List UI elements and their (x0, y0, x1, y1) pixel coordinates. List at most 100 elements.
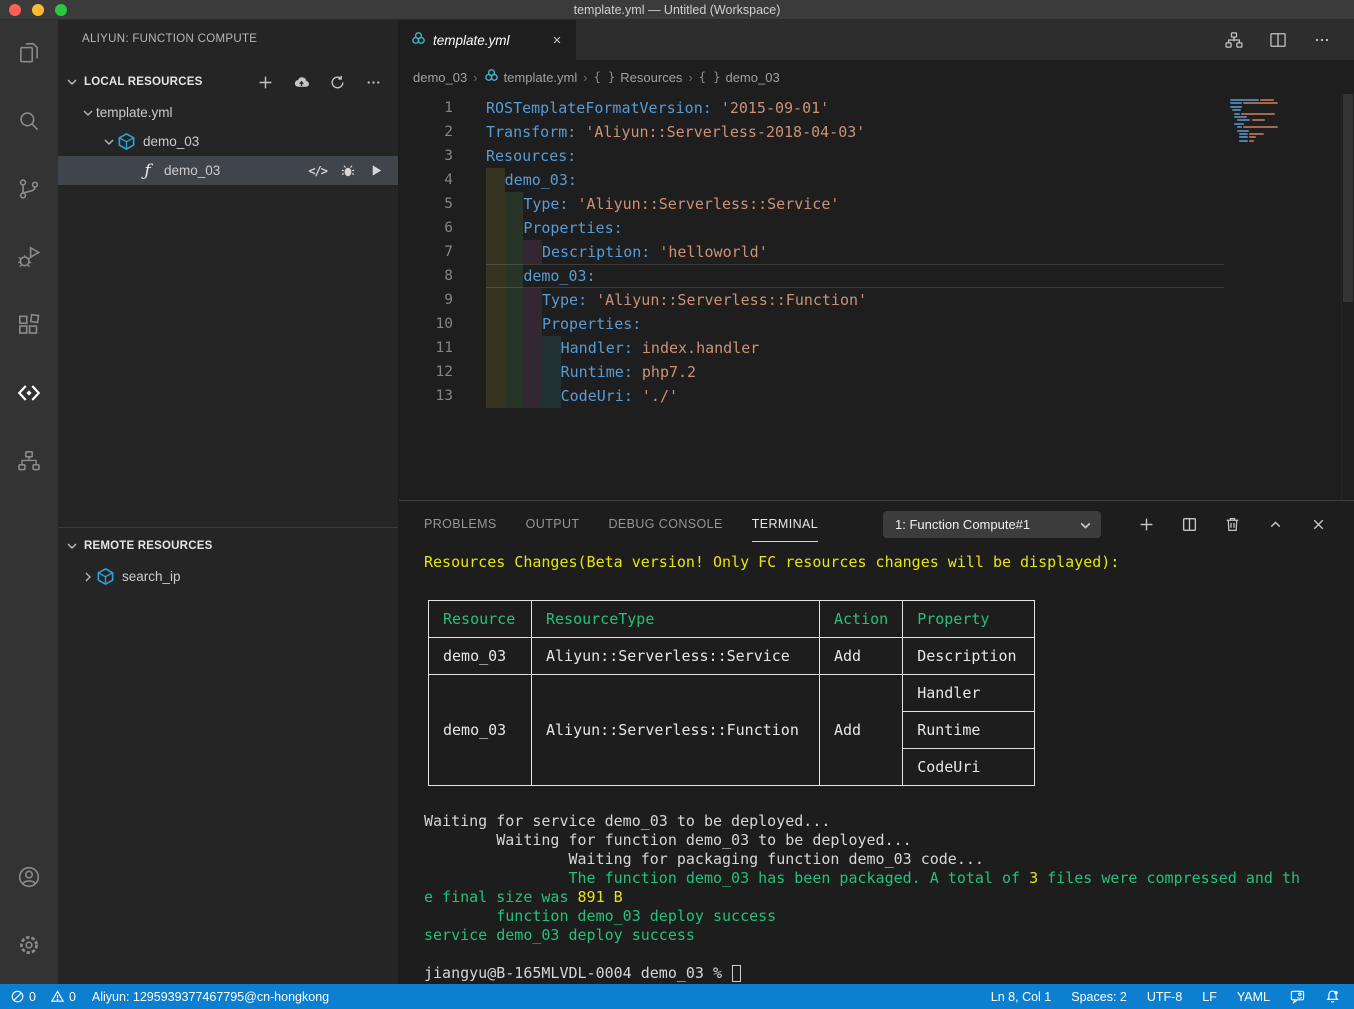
sidebar: ALIYUN: FUNCTION COMPUTE LOCAL RESOURCES… (58, 20, 399, 984)
notifications-bell-icon[interactable] (1325, 989, 1340, 1004)
cursor-position-status[interactable]: Ln 8, Col 1 (991, 990, 1051, 1004)
split-editor-icon[interactable] (1268, 30, 1288, 50)
code-line-2[interactable]: 2Transform: 'Aliyun::Serverless-2018-04-… (399, 120, 1354, 144)
tree-item-search_ip[interactable]: search_ip (58, 562, 398, 591)
terminal[interactable]: Resources Changes(Beta version! Only FC … (399, 547, 1354, 984)
remote-resources-label: REMOTE RESOURCES (84, 540, 212, 552)
line-number: 10 (399, 316, 453, 332)
code-line-8[interactable]: 8demo_03: (399, 264, 1354, 288)
warning-icon (50, 989, 65, 1004)
terminal-line: e final size was 891 B (424, 888, 1354, 907)
aliyun-ros-activity-item[interactable] (6, 438, 52, 484)
panel-tab-terminal[interactable]: TERMINAL (752, 501, 818, 547)
table-cell: CodeUri (903, 749, 1035, 786)
code-line-9[interactable]: 9Type: 'Aliyun::Serverless::Function' (399, 288, 1354, 312)
tab-label: template.yml (433, 33, 510, 48)
indentation-status[interactable]: Spaces: 2 (1071, 990, 1127, 1004)
local-resources-section: LOCAL RESOURCES template.ymldemo_03ƒdemo… (58, 68, 398, 185)
language-mode-status[interactable]: YAML (1237, 990, 1270, 1004)
run-debug-activity-item[interactable] (6, 234, 52, 280)
minimize-window-button[interactable] (32, 4, 44, 16)
breadcrumb-item[interactable]: { }Resources (594, 70, 683, 85)
code-line-1[interactable]: 1ROSTemplateFormatVersion: '2015-09-01' (399, 96, 1354, 120)
panel-tab-problems[interactable]: PROBLEMS (424, 501, 497, 547)
status-bar: 0 0 Aliyun: 1295939377467795@cn-hongkong… (0, 984, 1354, 1009)
split-terminal-icon[interactable] (1179, 514, 1199, 534)
refresh-icon[interactable] (328, 73, 346, 91)
tree-item-demo_03[interactable]: ƒdemo_03</> (58, 156, 398, 185)
code-line-13[interactable]: 13CodeUri: './' (399, 384, 1354, 408)
code-line-11[interactable]: 11Handler: index.handler (399, 336, 1354, 360)
chevron-down-icon (1077, 517, 1091, 531)
table-header: Property (903, 601, 1035, 638)
terminal-line: Waiting for function demo_03 to be deplo… (424, 831, 1354, 850)
code-line-10[interactable]: 10Properties: (399, 312, 1354, 336)
close-panel-icon[interactable] (1308, 514, 1328, 534)
chevron-down-icon (101, 134, 117, 150)
tree-item-template.yml[interactable]: template.yml (58, 98, 398, 127)
add-icon[interactable] (256, 73, 274, 91)
braces-icon: { } (594, 70, 616, 84)
sidebar-title: ALIYUN: FUNCTION COMPUTE (58, 20, 398, 58)
code-line-7[interactable]: 7Description: 'helloworld' (399, 240, 1354, 264)
more-actions-icon[interactable] (1312, 30, 1332, 50)
editor-scrollbar[interactable] (1341, 94, 1354, 500)
code-line-3[interactable]: 3Resources: (399, 144, 1354, 168)
maximize-panel-icon[interactable] (1265, 514, 1285, 534)
bug-icon[interactable] (340, 163, 356, 179)
panel-tab-debug-console[interactable]: DEBUG CONSOLE (608, 501, 722, 547)
table-cell: Add (820, 675, 903, 786)
new-terminal-icon[interactable] (1136, 514, 1156, 534)
breadcrumb-item[interactable]: demo_03 (413, 70, 467, 85)
window-title: template.yml — Untitled (Workspace) (574, 3, 781, 17)
error-icon (10, 989, 25, 1004)
close-tab-icon[interactable]: × (548, 32, 566, 49)
code-line-5[interactable]: 5Type: 'Aliyun::Serverless::Service' (399, 192, 1354, 216)
code-line-6[interactable]: 6Properties: (399, 216, 1354, 240)
chevron-down-icon (80, 105, 96, 121)
zoom-window-button[interactable] (55, 4, 67, 16)
aliyun-account-status[interactable]: Aliyun: 1295939377467795@cn-hongkong (92, 990, 329, 1004)
breadcrumb-item[interactable]: template.yml (484, 68, 578, 86)
tree-item-label: demo_03 (164, 163, 220, 178)
more-icon[interactable] (364, 73, 382, 91)
terminal-cursor (732, 965, 741, 982)
terminal-line: Resources Changes(Beta version! Only FC … (424, 553, 1354, 572)
breadcrumb: demo_03 › template.yml › { }Resources › … (399, 60, 1354, 94)
accounts-activity-item[interactable] (6, 854, 52, 900)
table-cell: Aliyun::Serverless::Function (532, 675, 820, 786)
feedback-icon[interactable] (1290, 989, 1305, 1004)
search-activity-item[interactable] (6, 98, 52, 144)
code-line-12[interactable]: 12Runtime: php7.2 (399, 360, 1354, 384)
kill-terminal-trash-icon[interactable] (1222, 514, 1242, 534)
fc-logo-icon (484, 68, 499, 86)
terminal-line: function demo_03 deploy success (424, 907, 1354, 926)
breadcrumb-item[interactable]: { }demo_03 (699, 70, 780, 85)
resource-graph-icon[interactable] (1224, 30, 1244, 50)
close-window-button[interactable] (9, 4, 21, 16)
local-resources-header[interactable]: LOCAL RESOURCES (58, 68, 398, 96)
code-editor[interactable]: 1ROSTemplateFormatVersion: '2015-09-01'2… (399, 94, 1354, 500)
table-row: demo_03Aliyun::Serverless::ServiceAddDes… (429, 638, 1035, 675)
source-control-activity-item[interactable] (6, 166, 52, 212)
bottom-panel: PROBLEMS OUTPUT DEBUG CONSOLE TERMINAL 1: F… (399, 500, 1354, 984)
line-number: 2 (399, 124, 453, 140)
terminal-prompt[interactable]: jiangyu@B-165MLVDL-0004 demo_03 % (424, 964, 1354, 983)
aliyun-function-compute-activity-item[interactable] (6, 370, 52, 416)
tab-template-yml[interactable]: template.yml × (399, 20, 576, 60)
play-icon[interactable] (369, 163, 384, 178)
code-line-4[interactable]: 4demo_03: (399, 168, 1354, 192)
terminal-picker-dropdown[interactable]: 1: Function Compute#1 (883, 511, 1101, 538)
extensions-activity-item[interactable] (6, 302, 52, 348)
code-icon[interactable]: </> (308, 164, 327, 178)
encoding-status[interactable]: UTF-8 (1147, 990, 1182, 1004)
minimap[interactable] (1230, 99, 1340, 143)
problems-indicator[interactable]: 0 0 (10, 989, 76, 1004)
eol-status[interactable]: LF (1202, 990, 1217, 1004)
settings-gear-activity-item[interactable] (6, 922, 52, 968)
tree-item-demo_03[interactable]: demo_03 (58, 127, 398, 156)
explorer-activity-item[interactable] (6, 30, 52, 76)
remote-resources-header[interactable]: REMOTE RESOURCES (58, 532, 398, 560)
panel-tab-output[interactable]: OUTPUT (526, 501, 580, 547)
deploy-cloud-icon[interactable] (292, 73, 310, 91)
